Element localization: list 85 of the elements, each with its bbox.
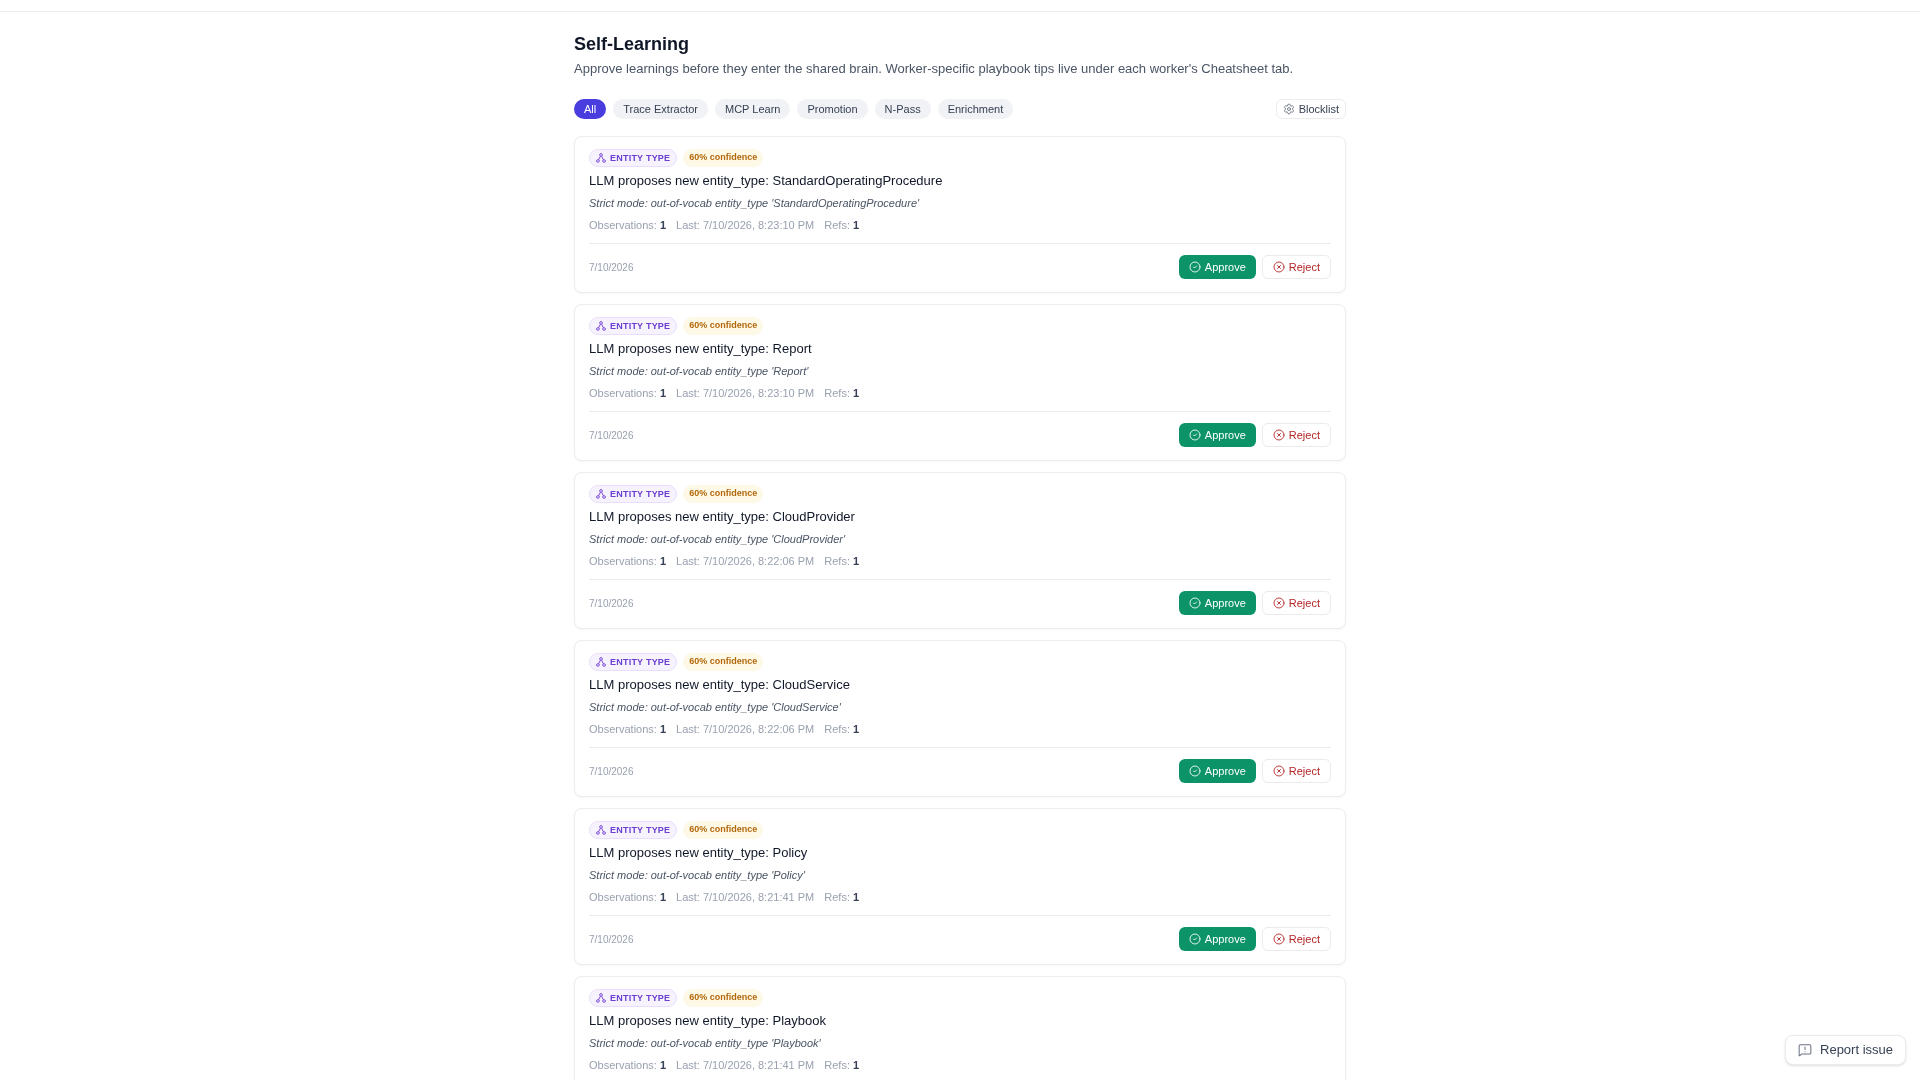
type-label: ENTITY TYPE — [610, 825, 671, 835]
approve-button[interactable]: Approve — [1178, 759, 1256, 783]
observations-count: Observations: 1 — [589, 1058, 667, 1073]
learning-detail: Strict mode: out-of-vocab entity_type 'Policy' — [589, 868, 806, 883]
nodes-icon — [596, 489, 606, 499]
x-circle-icon — [1272, 933, 1285, 945]
last-seen-time: Last: 7/10/2026, 8:21:41 PM — [676, 1058, 815, 1073]
nodes-icon — [596, 321, 606, 331]
reject-button[interactable]: Reject — [1261, 759, 1331, 783]
learning-title: LLM proposes new entity_type: Report — [589, 340, 813, 358]
filter-tab[interactable]: Enrichment — [937, 99, 1014, 119]
observations-count: Observations: 1 — [589, 554, 667, 569]
reject-button[interactable]: Reject — [1261, 255, 1331, 279]
learning-date: 7/10/2026 — [589, 596, 634, 611]
check-circle-icon — [1188, 933, 1201, 945]
refs-count: Refs: 1 — [824, 890, 860, 905]
check-circle-icon — [1188, 261, 1201, 273]
observations-count: Observations: 1 — [589, 890, 667, 905]
observations-count: Observations: 1 — [589, 722, 667, 737]
filter-tab[interactable]: N-Pass — [874, 99, 931, 119]
blocklist-button[interactable]: Blocklist — [1275, 99, 1346, 119]
learning-title: LLM proposes new entity_type: StandardOperatingProcedure — [589, 172, 944, 190]
observations-count: Observations: 1 — [589, 386, 667, 401]
nodes-icon — [596, 825, 606, 835]
confidence-tag: 60% confidence — [683, 821, 764, 839]
x-circle-icon — [1272, 429, 1285, 441]
page-title: Self-Learning — [574, 33, 690, 56]
type-label: ENTITY TYPE — [610, 489, 671, 499]
last-seen-time: Last: 7/10/2026, 8:21:41 PM — [676, 890, 815, 905]
learning-title: LLM proposes new entity_type: Policy — [589, 844, 809, 862]
type-label: ENTITY TYPE — [610, 153, 671, 163]
settings-icon — [1282, 103, 1295, 115]
confidence-tag: 60% confidence — [683, 653, 764, 671]
learning-date: 7/10/2026 — [589, 260, 634, 275]
confidence-tag: 60% confidence — [683, 485, 764, 503]
approve-button[interactable]: Approve — [1178, 255, 1256, 279]
confidence-tag: 60% confidence — [683, 989, 764, 1007]
learning-detail: Strict mode: out-of-vocab entity_type 'Playbook' — [589, 1036, 822, 1051]
check-circle-icon — [1188, 765, 1201, 777]
learning-detail: Strict mode: out-of-vocab entity_type 'CloudService' — [589, 700, 842, 715]
check-circle-icon — [1188, 597, 1201, 609]
learning-date: 7/10/2026 — [589, 428, 634, 443]
learning-detail: Strict mode: out-of-vocab entity_type 'Report' — [589, 364, 810, 379]
last-seen-time: Last: 7/10/2026, 8:23:10 PM — [676, 386, 815, 401]
approve-button[interactable]: Approve — [1178, 423, 1256, 447]
learning-detail: Strict mode: out-of-vocab entity_type 'StandardOperatingProcedure' — [589, 196, 921, 211]
x-circle-icon — [1272, 261, 1285, 273]
filter-tab[interactable]: All — [574, 99, 607, 119]
confidence-tag: 60% confidence — [683, 149, 764, 167]
filter-tab[interactable]: MCP Learn — [715, 99, 791, 119]
type-label: ENTITY TYPE — [610, 657, 671, 667]
last-seen-time: Last: 7/10/2026, 8:22:06 PM — [676, 722, 815, 737]
type-label: ENTITY TYPE — [610, 321, 671, 331]
type-label: ENTITY TYPE — [610, 993, 671, 1003]
filter-tab[interactable]: Trace Extractor — [613, 99, 708, 119]
reject-button[interactable]: Reject — [1261, 927, 1331, 951]
x-circle-icon — [1272, 765, 1285, 777]
message-alert-icon — [1798, 1043, 1812, 1057]
nodes-icon — [596, 153, 606, 163]
confidence-tag: 60% confidence — [683, 317, 764, 335]
learning-date: 7/10/2026 — [589, 932, 634, 947]
last-seen-time: Last: 7/10/2026, 8:22:06 PM — [676, 554, 815, 569]
refs-count: Refs: 1 — [824, 1058, 860, 1073]
nodes-icon — [596, 993, 606, 1003]
approve-button[interactable]: Approve — [1178, 591, 1256, 615]
refs-count: Refs: 1 — [824, 386, 860, 401]
report-issue-button[interactable]: Report issue — [1785, 1035, 1906, 1065]
last-seen-time: Last: 7/10/2026, 8:23:10 PM — [676, 218, 815, 233]
learning-date: 7/10/2026 — [589, 764, 634, 779]
refs-count: Refs: 1 — [824, 722, 860, 737]
page-description: Approve learnings before they enter the shared brain. Worker-specific playbook tips live under each worker's Cheatsheet tab. — [574, 60, 1295, 78]
check-circle-icon — [1188, 429, 1201, 441]
refs-count: Refs: 1 — [824, 554, 860, 569]
learning-title: LLM proposes new entity_type: CloudProvider — [589, 508, 856, 526]
nodes-icon — [596, 657, 606, 667]
learning-title: LLM proposes new entity_type: CloudService — [589, 676, 851, 694]
x-circle-icon — [1272, 597, 1285, 609]
learning-detail: Strict mode: out-of-vocab entity_type 'CloudProvider' — [589, 532, 847, 547]
learning-title: LLM proposes new entity_type: Playbook — [589, 1012, 828, 1030]
reject-button[interactable]: Reject — [1261, 423, 1331, 447]
refs-count: Refs: 1 — [824, 218, 860, 233]
reject-button[interactable]: Reject — [1261, 591, 1331, 615]
observations-count: Observations: 1 — [589, 218, 667, 233]
filter-tab[interactable]: Promotion — [797, 99, 868, 119]
approve-button[interactable]: Approve — [1178, 927, 1256, 951]
